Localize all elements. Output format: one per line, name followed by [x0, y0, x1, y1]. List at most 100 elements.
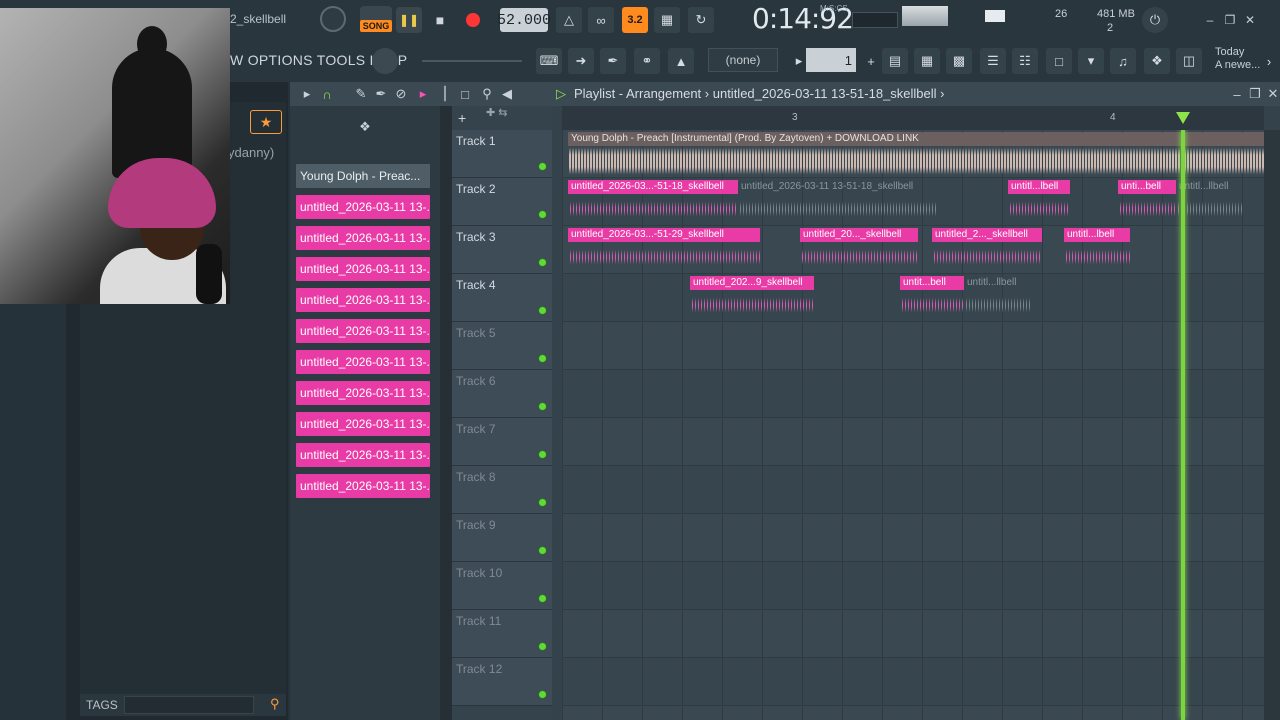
track-header[interactable]: Track 9: [452, 514, 552, 562]
track-enable-led[interactable]: [538, 402, 547, 411]
magnet-icon[interactable]: ∩: [318, 85, 336, 103]
stop-button[interactable]: ■: [427, 7, 453, 33]
track-header[interactable]: Track 11: [452, 610, 552, 658]
mixer-icon[interactable]: ☰: [980, 48, 1006, 74]
master-volume-knob[interactable]: [320, 6, 346, 32]
more-icon[interactable]: ›: [1260, 48, 1278, 74]
audio-clip[interactable]: untitled_2026-03-11 13-51-18_skellbell: [738, 180, 938, 224]
mute-icon[interactable]: ▸: [414, 85, 432, 103]
picker-item[interactable]: untitled_2026-03-11 13-...: [296, 195, 430, 219]
track-header[interactable]: Track 10: [452, 562, 552, 610]
track-header[interactable]: Track 12: [452, 658, 552, 706]
piano-roll-icon[interactable]: ▦: [914, 48, 940, 74]
picker-item[interactable]: untitled_2026-03-11 13-...: [296, 350, 430, 374]
track-enable-led[interactable]: [538, 354, 547, 363]
link-icon[interactable]: ⚭: [634, 48, 660, 74]
record-button[interactable]: [460, 7, 486, 33]
pitch-slider-track[interactable]: [422, 60, 522, 62]
track-header[interactable]: Track 8: [452, 466, 552, 514]
close-icon[interactable]: ✕: [1242, 12, 1258, 28]
pattern-selector[interactable]: (none): [708, 48, 778, 72]
song-mode-button[interactable]: SONG: [360, 6, 392, 32]
track-enable-led[interactable]: [538, 258, 547, 267]
audio-clip[interactable]: Young Dolph - Preach [Instrumental] (Pro…: [568, 132, 1264, 176]
picker-item[interactable]: untitled_2026-03-11 13-...: [296, 319, 430, 343]
track-header[interactable]: Track 2: [452, 178, 552, 226]
step-edit-icon[interactable]: ▦: [654, 7, 680, 33]
picker-scrollbar[interactable]: [440, 106, 452, 720]
audio-clip[interactable]: untitled_20..._skellbell: [800, 228, 918, 272]
add-pattern-icon[interactable]: +: [858, 48, 884, 74]
power-icon[interactable]: ⏻: [1142, 7, 1168, 33]
wait-input-icon[interactable]: ∞: [588, 7, 614, 33]
plugin-database-icon[interactable]: ☷: [1012, 48, 1038, 74]
main-volume-knob[interactable]: [372, 48, 398, 74]
pause-button[interactable]: ❚❚: [396, 7, 422, 33]
playback-icon[interactable]: ◀: [498, 85, 516, 103]
audio-clip[interactable]: untitled_2026-03...-51-29_skellbell: [568, 228, 760, 272]
pattern-number-stepper[interactable]: 1: [806, 48, 856, 72]
track-header[interactable]: Track 6: [452, 370, 552, 418]
audio-clip[interactable]: untitl...lbell: [1008, 180, 1070, 224]
track-enable-led[interactable]: [538, 546, 547, 555]
playlist-maximize-icon[interactable]: ❐: [1246, 85, 1264, 103]
tempo-display[interactable]: 52.000: [497, 8, 551, 32]
track-enable-led[interactable]: [538, 498, 547, 507]
restore-icon[interactable]: ❐: [1222, 12, 1238, 28]
track-enable-led[interactable]: [538, 162, 547, 171]
browser-folder-label[interactable]: ydanny): [228, 145, 274, 160]
audio-clip[interactable]: untitled_2..._skellbell: [932, 228, 1042, 272]
master-pitch-slider[interactable]: [902, 6, 948, 26]
track-header-tools[interactable]: ✚ ⇆: [486, 106, 552, 128]
audio-clip[interactable]: untitled_2026-03...-51-18_skellbell: [568, 180, 738, 224]
countdown-icon[interactable]: 3.2: [622, 7, 648, 33]
playlist-minimize-icon[interactable]: –: [1228, 85, 1246, 103]
zoom-icon[interactable]: ⚲: [478, 85, 496, 103]
track-enable-led[interactable]: [538, 210, 547, 219]
playlist-scrollbar[interactable]: [1264, 130, 1280, 720]
song-position-marker[interactable]: [1176, 112, 1190, 124]
picker-item[interactable]: Young Dolph - Preac...: [296, 164, 430, 188]
typing-keyboard-icon[interactable]: ⌨: [536, 48, 562, 74]
shop-icon[interactable]: ◫: [1176, 48, 1202, 74]
paint-icon[interactable]: ✒: [372, 85, 390, 103]
search-icon[interactable]: ⚲: [270, 696, 280, 712]
playlist-icon[interactable]: ▤: [882, 48, 908, 74]
delete-icon[interactable]: ⊘: [392, 85, 410, 103]
brush-icon[interactable]: ✒: [600, 48, 626, 74]
metronome-icon[interactable]: △: [556, 7, 582, 33]
track-enable-led[interactable]: [538, 306, 547, 315]
picker-item[interactable]: untitled_2026-03-11 13-...: [296, 288, 430, 312]
track-enable-led[interactable]: [538, 642, 547, 651]
favorites-star-icon[interactable]: ★: [250, 110, 282, 134]
channel-rack-icon[interactable]: ▩: [946, 48, 972, 74]
picker-item[interactable]: untitled_2026-03-11 13-...: [296, 257, 430, 281]
picker-mode-icon[interactable]: ❖: [356, 118, 374, 136]
playlist-close-icon[interactable]: ✕: [1264, 85, 1280, 103]
plugin-icon[interactable]: ▾: [1078, 48, 1104, 74]
audio-clip[interactable]: untitled_202...9_skellbell: [690, 276, 814, 320]
track-header[interactable]: Track 5: [452, 322, 552, 370]
select-icon[interactable]: □: [456, 85, 474, 103]
stamp-icon[interactable]: ▲: [668, 48, 694, 74]
audio-clip[interactable]: untitl...llbell: [1176, 180, 1244, 224]
track-enable-led[interactable]: [538, 690, 547, 699]
arrangement-grid[interactable]: Young Dolph - Preach [Instrumental] (Pro…: [562, 130, 1264, 720]
playlist-menu-arrow-icon[interactable]: ▸: [298, 85, 316, 103]
brain-icon[interactable]: ❖: [1144, 48, 1170, 74]
playhead[interactable]: [1181, 130, 1185, 720]
audio-clip[interactable]: untitl...lbell: [1064, 228, 1130, 272]
picker-item[interactable]: untitled_2026-03-11 13-...: [296, 412, 430, 436]
track-header[interactable]: Track 3: [452, 226, 552, 274]
picker-item[interactable]: untitled_2026-03-11 13-...: [296, 443, 430, 467]
news-hint[interactable]: Today A newe...: [1215, 46, 1260, 72]
add-track-icon[interactable]: +: [458, 110, 466, 126]
timeline-ruler[interactable]: 3 4: [562, 106, 1264, 130]
minimize-icon[interactable]: –: [1202, 12, 1218, 28]
picker-item[interactable]: untitled_2026-03-11 13-...: [296, 474, 430, 498]
track-header[interactable]: Track 1: [452, 130, 552, 178]
arrangement-play-icon[interactable]: ▷: [552, 85, 570, 103]
file-icon[interactable]: □: [1046, 48, 1072, 74]
pencil-icon[interactable]: ✎: [352, 85, 370, 103]
loop-record-icon[interactable]: ↻: [688, 7, 714, 33]
